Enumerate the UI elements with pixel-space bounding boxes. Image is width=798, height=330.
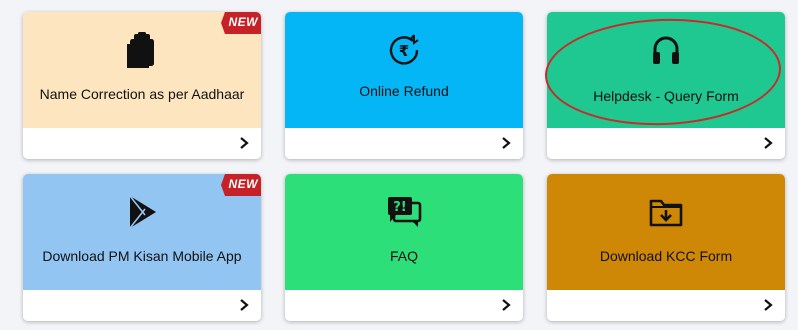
card-footer <box>547 128 785 159</box>
rupee-refund-icon: ₹ <box>386 32 422 68</box>
card-name-correction[interactable]: Name Correction as per Aadhaar NEW <box>23 12 261 159</box>
svg-text:?!: ?! <box>393 200 406 215</box>
chevron-right-icon[interactable] <box>761 298 775 312</box>
card-footer <box>23 290 261 321</box>
chevron-right-icon[interactable] <box>499 298 513 312</box>
card-top: Download PM Kisan Mobile App NEW <box>23 174 261 290</box>
chevron-right-icon[interactable] <box>237 298 251 312</box>
card-top: Name Correction as per Aadhaar NEW <box>23 12 261 128</box>
chevron-right-icon[interactable] <box>761 136 775 150</box>
card-footer <box>285 128 523 159</box>
card-label: Download KCC Form <box>599 248 733 264</box>
card-top: ₹ Online Refund <box>285 12 523 128</box>
card-download-kcc[interactable]: Download KCC Form <box>547 174 785 321</box>
new-badge-label: NEW <box>228 15 258 29</box>
card-top: ?! FAQ <box>285 174 523 290</box>
folder-download-icon <box>648 194 684 230</box>
card-top: Helpdesk - Query Form <box>547 12 785 128</box>
chevron-right-icon[interactable] <box>499 136 513 150</box>
play-store-icon <box>124 194 160 230</box>
faq-icon: ?! <box>386 194 422 230</box>
card-online-refund[interactable]: ₹ Online Refund <box>285 12 523 159</box>
svg-text:₹: ₹ <box>399 42 409 60</box>
card-helpdesk[interactable]: Helpdesk - Query Form <box>547 12 785 159</box>
card-footer <box>547 290 785 321</box>
card-label: Name Correction as per Aadhaar <box>39 86 245 102</box>
card-top: Download KCC Form <box>547 174 785 290</box>
card-label: FAQ <box>389 248 418 264</box>
headphones-icon <box>648 32 684 68</box>
card-footer <box>285 290 523 321</box>
chevron-right-icon[interactable] <box>237 136 251 150</box>
card-label: Download PM Kisan Mobile App <box>42 248 242 264</box>
card-download-app[interactable]: Download PM Kisan Mobile App NEW <box>23 174 261 321</box>
clipboard-icon <box>124 32 160 68</box>
card-faq[interactable]: ?! FAQ <box>285 174 523 321</box>
new-badge-label: NEW <box>228 177 258 191</box>
card-footer <box>23 128 261 159</box>
card-label: Online Refund <box>359 83 449 99</box>
card-label: Helpdesk - Query Form <box>593 88 739 104</box>
